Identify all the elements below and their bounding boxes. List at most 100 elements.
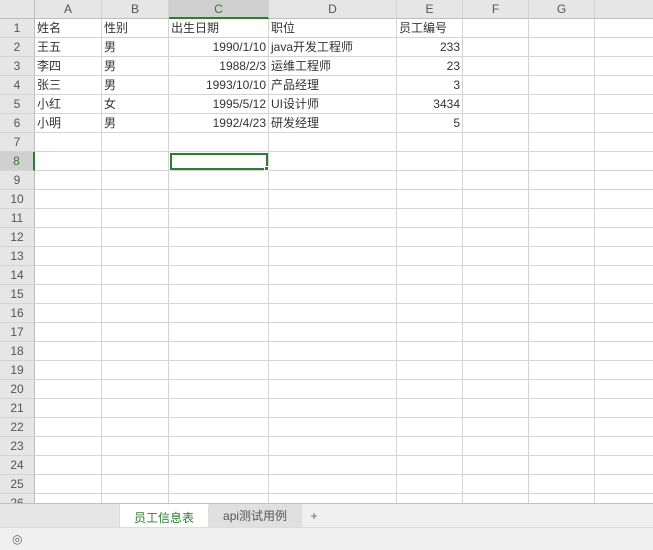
col-header-E[interactable]: E bbox=[397, 0, 463, 19]
cell-D25[interactable] bbox=[269, 475, 397, 494]
row-header-12[interactable]: 12 bbox=[0, 228, 35, 247]
cell-F11[interactable] bbox=[463, 209, 529, 228]
cell-A3[interactable]: 李四 bbox=[35, 57, 102, 76]
cell-B15[interactable] bbox=[102, 285, 169, 304]
row-header-4[interactable]: 4 bbox=[0, 76, 35, 95]
cell-G2[interactable] bbox=[529, 38, 595, 57]
cell-C6[interactable]: 1992/4/23 bbox=[169, 114, 269, 133]
cell-G10[interactable] bbox=[529, 190, 595, 209]
cell-B4[interactable]: 男 bbox=[102, 76, 169, 95]
row-header-25[interactable]: 25 bbox=[0, 475, 35, 494]
col-header-extra[interactable] bbox=[595, 0, 653, 19]
cell-D23[interactable] bbox=[269, 437, 397, 456]
cell-A18[interactable] bbox=[35, 342, 102, 361]
cell-C15[interactable] bbox=[169, 285, 269, 304]
cell-F1[interactable] bbox=[463, 19, 529, 38]
cell-A24[interactable] bbox=[35, 456, 102, 475]
cell-B19[interactable] bbox=[102, 361, 169, 380]
cell-B11[interactable] bbox=[102, 209, 169, 228]
cell-A21[interactable] bbox=[35, 399, 102, 418]
row-header-3[interactable]: 3 bbox=[0, 57, 35, 76]
cell-E17[interactable] bbox=[397, 323, 463, 342]
cell-B13[interactable] bbox=[102, 247, 169, 266]
row-header-24[interactable]: 24 bbox=[0, 456, 35, 475]
cell-extra-10[interactable] bbox=[595, 190, 653, 209]
cell-B8[interactable] bbox=[102, 152, 169, 171]
cell-C7[interactable] bbox=[169, 133, 269, 152]
cell-C9[interactable] bbox=[169, 171, 269, 190]
col-header-C[interactable]: C bbox=[169, 0, 269, 19]
cell-D11[interactable] bbox=[269, 209, 397, 228]
cell-D21[interactable] bbox=[269, 399, 397, 418]
spreadsheet-grid[interactable]: ABCDEFG1姓名性别出生日期职位员工编号2王五男1990/1/10java开… bbox=[0, 0, 653, 532]
cell-B17[interactable] bbox=[102, 323, 169, 342]
cell-G22[interactable] bbox=[529, 418, 595, 437]
cell-F20[interactable] bbox=[463, 380, 529, 399]
cell-C21[interactable] bbox=[169, 399, 269, 418]
cell-C24[interactable] bbox=[169, 456, 269, 475]
cell-B16[interactable] bbox=[102, 304, 169, 323]
cell-A17[interactable] bbox=[35, 323, 102, 342]
cell-A7[interactable] bbox=[35, 133, 102, 152]
cell-B23[interactable] bbox=[102, 437, 169, 456]
cell-E22[interactable] bbox=[397, 418, 463, 437]
cell-F23[interactable] bbox=[463, 437, 529, 456]
row-header-7[interactable]: 7 bbox=[0, 133, 35, 152]
cell-E21[interactable] bbox=[397, 399, 463, 418]
cell-E25[interactable] bbox=[397, 475, 463, 494]
cell-D2[interactable]: java开发工程师 bbox=[269, 38, 397, 57]
cell-E18[interactable] bbox=[397, 342, 463, 361]
cell-B21[interactable] bbox=[102, 399, 169, 418]
cell-G12[interactable] bbox=[529, 228, 595, 247]
cell-D4[interactable]: 产品经理 bbox=[269, 76, 397, 95]
cell-C10[interactable] bbox=[169, 190, 269, 209]
cell-extra-12[interactable] bbox=[595, 228, 653, 247]
cell-G24[interactable] bbox=[529, 456, 595, 475]
cell-extra-16[interactable] bbox=[595, 304, 653, 323]
cell-extra-21[interactable] bbox=[595, 399, 653, 418]
row-header-14[interactable]: 14 bbox=[0, 266, 35, 285]
cell-G6[interactable] bbox=[529, 114, 595, 133]
cell-extra-7[interactable] bbox=[595, 133, 653, 152]
row-header-15[interactable]: 15 bbox=[0, 285, 35, 304]
cell-E4[interactable]: 3 bbox=[397, 76, 463, 95]
cell-G4[interactable] bbox=[529, 76, 595, 95]
cell-extra-23[interactable] bbox=[595, 437, 653, 456]
cell-A25[interactable] bbox=[35, 475, 102, 494]
cell-A8[interactable] bbox=[35, 152, 102, 171]
cell-D20[interactable] bbox=[269, 380, 397, 399]
row-header-16[interactable]: 16 bbox=[0, 304, 35, 323]
cell-extra-24[interactable] bbox=[595, 456, 653, 475]
cell-G20[interactable] bbox=[529, 380, 595, 399]
cell-B14[interactable] bbox=[102, 266, 169, 285]
cell-C8[interactable] bbox=[169, 152, 269, 171]
row-header-11[interactable]: 11 bbox=[0, 209, 35, 228]
cell-D18[interactable] bbox=[269, 342, 397, 361]
select-all-corner[interactable] bbox=[0, 0, 35, 19]
cell-extra-1[interactable] bbox=[595, 19, 653, 38]
cell-extra-2[interactable] bbox=[595, 38, 653, 57]
record-macro-icon[interactable]: ◎ bbox=[12, 532, 22, 546]
cell-extra-9[interactable] bbox=[595, 171, 653, 190]
cell-extra-17[interactable] bbox=[595, 323, 653, 342]
cell-A9[interactable] bbox=[35, 171, 102, 190]
cell-extra-8[interactable] bbox=[595, 152, 653, 171]
cell-A16[interactable] bbox=[35, 304, 102, 323]
cell-D5[interactable]: UI设计师 bbox=[269, 95, 397, 114]
cell-B7[interactable] bbox=[102, 133, 169, 152]
cell-extra-20[interactable] bbox=[595, 380, 653, 399]
cell-F6[interactable] bbox=[463, 114, 529, 133]
cell-D17[interactable] bbox=[269, 323, 397, 342]
row-header-22[interactable]: 22 bbox=[0, 418, 35, 437]
cell-E2[interactable]: 233 bbox=[397, 38, 463, 57]
cell-D14[interactable] bbox=[269, 266, 397, 285]
cell-F13[interactable] bbox=[463, 247, 529, 266]
cell-extra-5[interactable] bbox=[595, 95, 653, 114]
cell-extra-14[interactable] bbox=[595, 266, 653, 285]
cell-D13[interactable] bbox=[269, 247, 397, 266]
cell-E8[interactable] bbox=[397, 152, 463, 171]
row-header-1[interactable]: 1 bbox=[0, 19, 35, 38]
cell-F9[interactable] bbox=[463, 171, 529, 190]
cell-A12[interactable] bbox=[35, 228, 102, 247]
row-header-19[interactable]: 19 bbox=[0, 361, 35, 380]
